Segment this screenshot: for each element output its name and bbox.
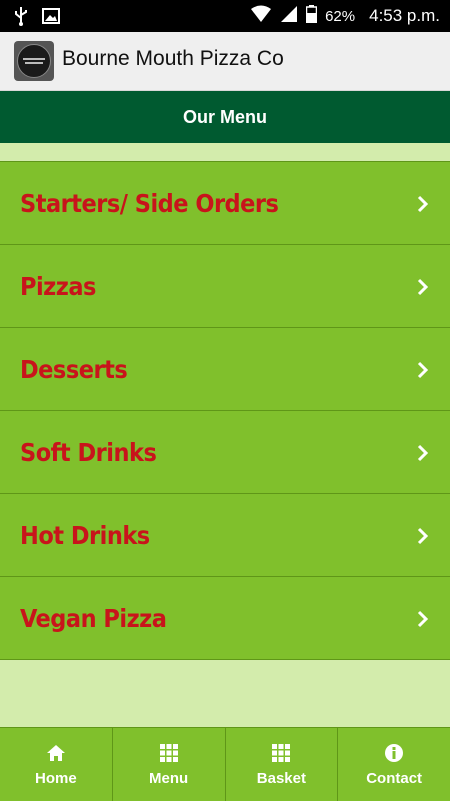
chevron-right-icon [417, 195, 429, 213]
menu-item-label: Hot Drinks [20, 521, 150, 550]
menu-item-label: Desserts [20, 355, 128, 384]
chevron-right-icon [417, 278, 429, 296]
info-icon [385, 743, 404, 762]
clock: 4:53 p.m. [369, 6, 440, 25]
battery-percent: 62% [325, 7, 356, 25]
app-bar: Bourne Mouth Pizza Co [0, 32, 450, 91]
menu-item-label: Soft Drinks [20, 438, 157, 467]
bottom-nav: Home Menu Basket Contact [0, 727, 450, 801]
chevron-right-icon [417, 610, 429, 628]
image-icon [42, 8, 60, 29]
nav-contact-label: Contact [366, 769, 423, 787]
menu-item-hot-drinks[interactable]: Hot Drinks [0, 494, 450, 577]
nav-basket-button[interactable]: Basket [226, 728, 339, 801]
grid-icon [272, 743, 291, 762]
nav-basket-label: Basket [256, 769, 306, 787]
menu-item-soft-drinks[interactable]: Soft Drinks [0, 411, 450, 494]
menu-item-pizzas[interactable]: Pizzas [0, 245, 450, 328]
nav-home-label: Home [35, 769, 77, 787]
menu-item-desserts[interactable]: Desserts [0, 328, 450, 411]
nav-contact-button[interactable]: Contact [338, 728, 450, 801]
wifi-icon [250, 5, 272, 27]
nav-menu-label: Menu [149, 769, 189, 787]
menu-item-starters[interactable]: Starters/ Side Orders [0, 162, 450, 245]
menu-item-label: Starters/ Side Orders [20, 189, 279, 218]
app-title: Bourne Mouth Pizza Co [62, 47, 284, 70]
signal-icon [280, 5, 298, 27]
usb-icon [14, 6, 28, 31]
menu-item-label: Vegan Pizza [20, 604, 167, 633]
status-bar: 62% 4:53 p.m. [0, 0, 450, 32]
app-logo [14, 41, 54, 81]
menu-item-vegan-pizza[interactable]: Vegan Pizza [0, 577, 450, 660]
nav-home-button[interactable]: Home [0, 728, 113, 801]
menu-item-label: Pizzas [20, 272, 96, 301]
chevron-right-icon [417, 444, 429, 462]
grid-icon [159, 743, 178, 762]
chevron-right-icon [417, 527, 429, 545]
nav-menu-button[interactable]: Menu [113, 728, 226, 801]
menu-list: Starters/ Side Orders Pizzas Desserts So… [0, 161, 450, 660]
page-title: Our Menu [0, 91, 450, 143]
battery-icon [305, 5, 318, 27]
home-icon [46, 744, 65, 761]
chevron-right-icon [417, 361, 429, 379]
